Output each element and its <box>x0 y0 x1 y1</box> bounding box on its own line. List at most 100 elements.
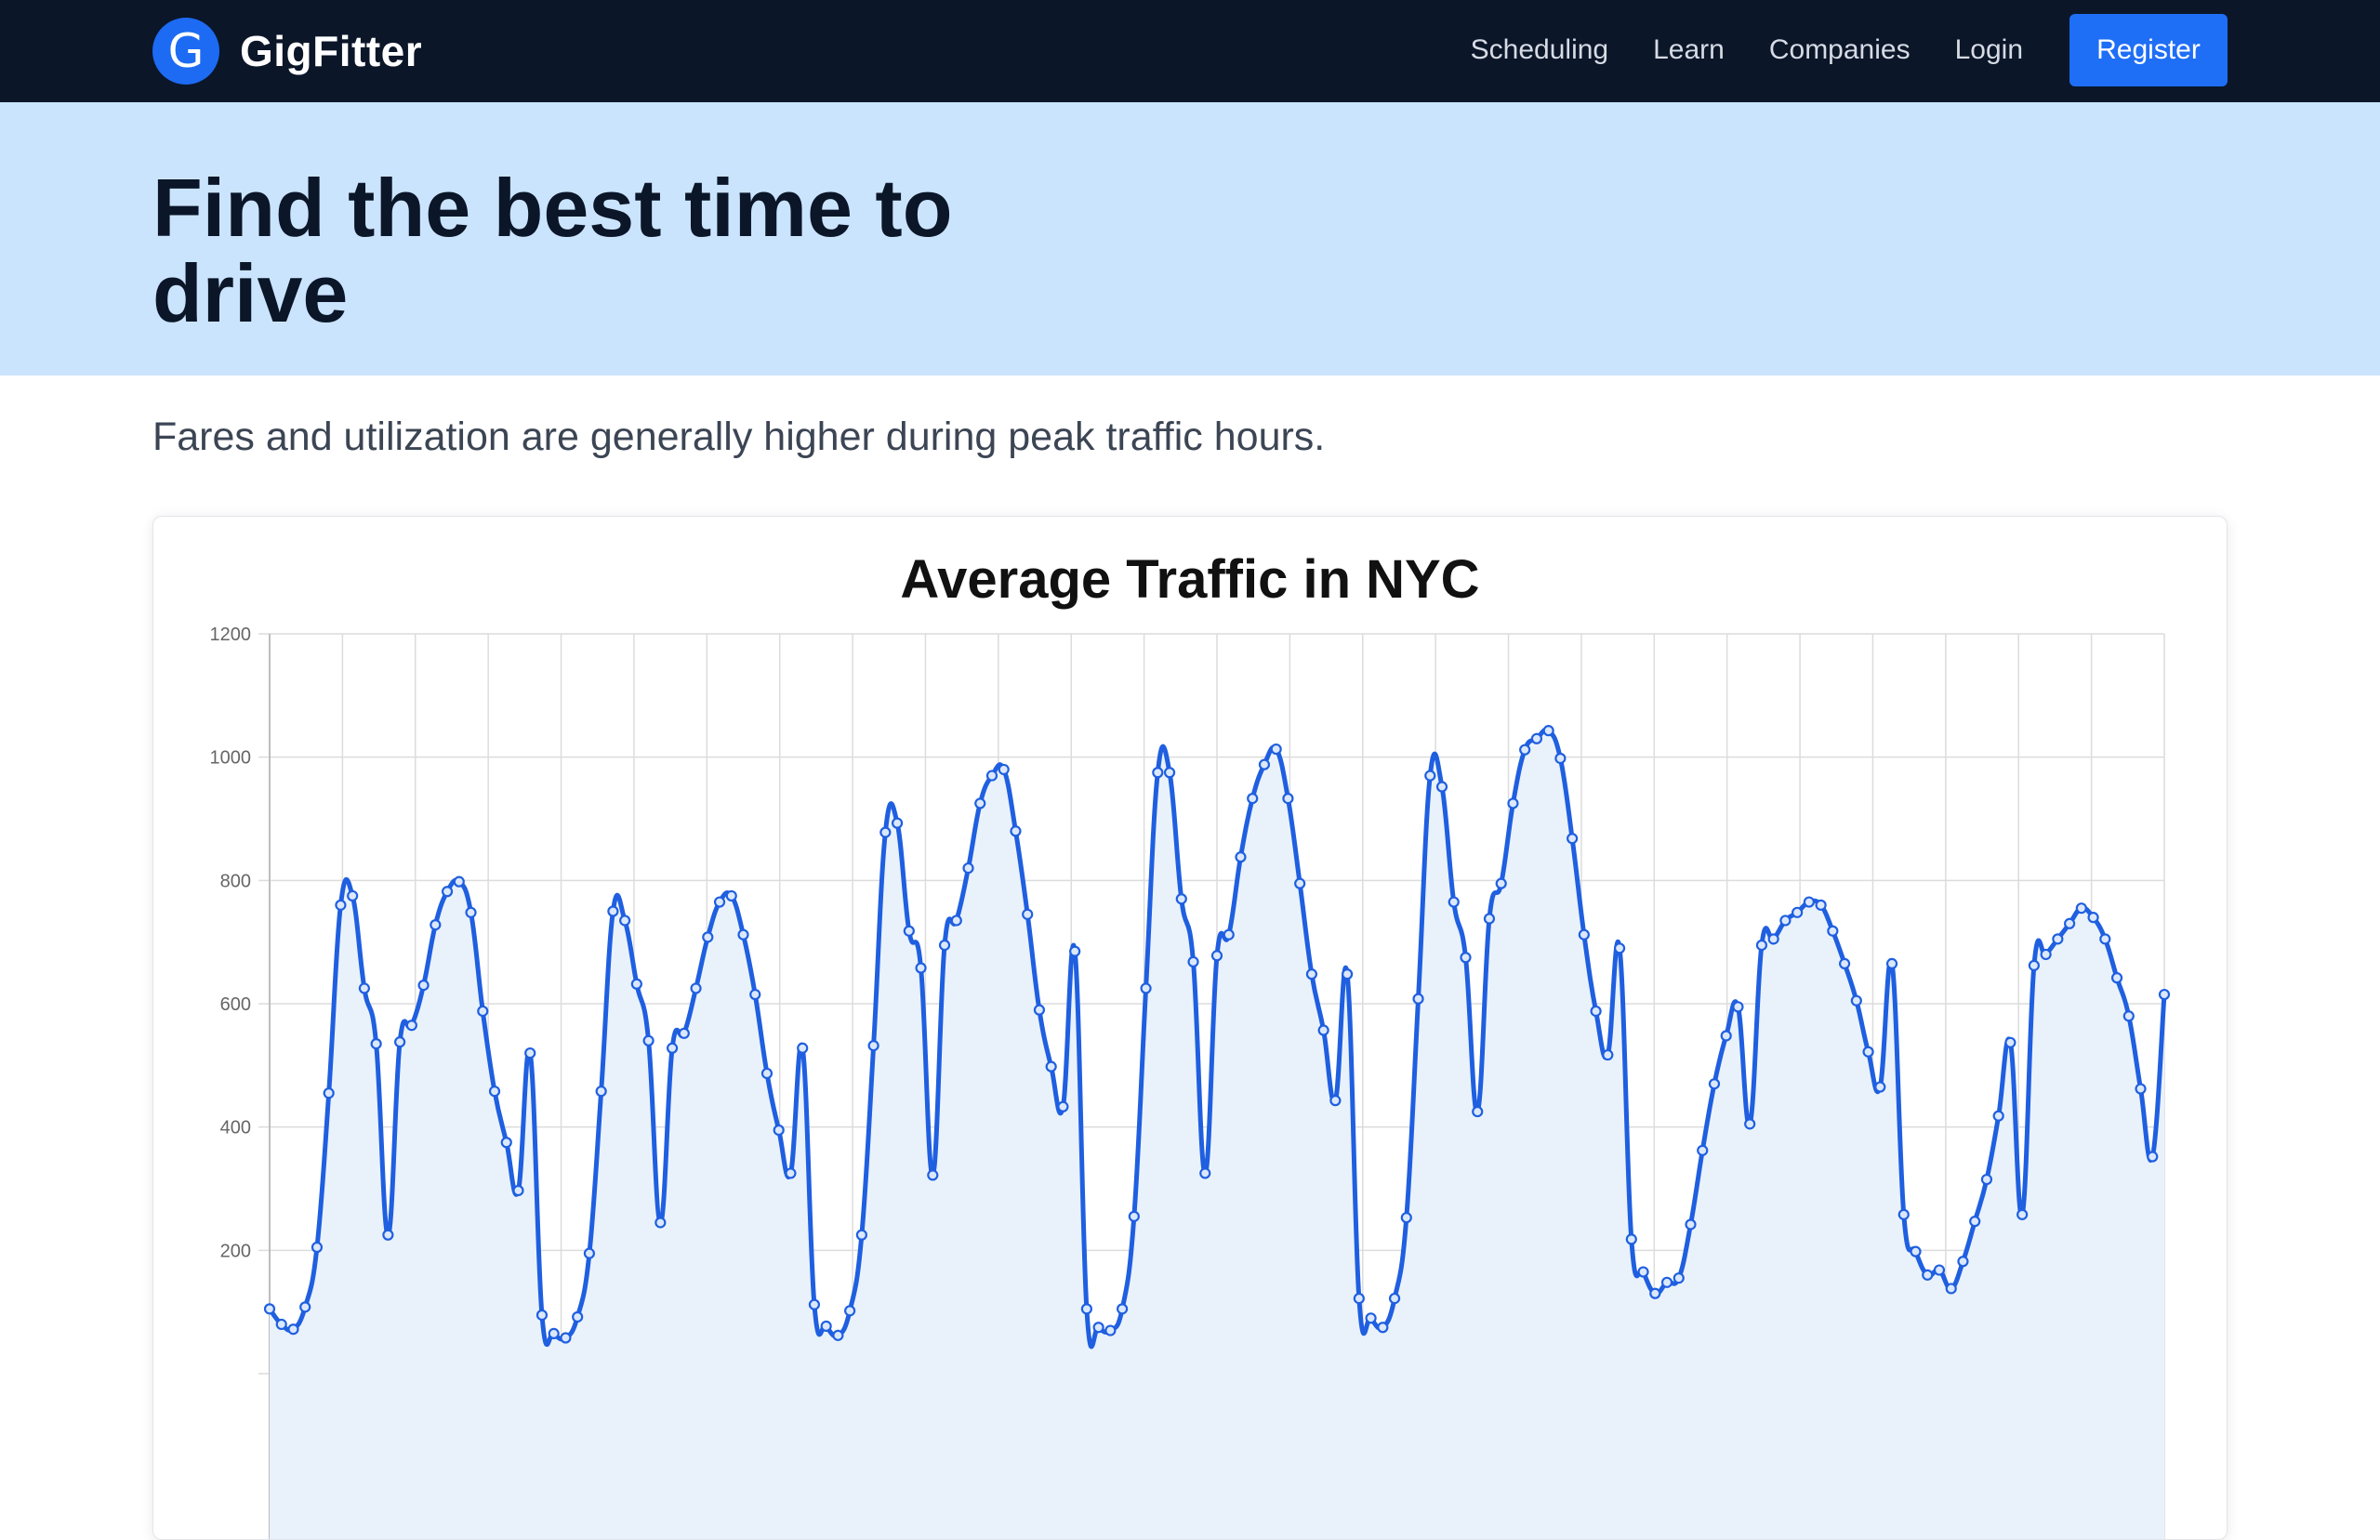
data-point <box>2135 1083 2147 1095</box>
data-point <box>2087 912 2099 924</box>
data-point <box>500 1137 512 1149</box>
nav-link-companies[interactable]: Companies <box>1769 34 1911 66</box>
data-point <box>690 982 702 994</box>
data-point <box>1838 957 1851 969</box>
y-axis-labels: 200 400 600 800 1000 1200 <box>210 625 252 1261</box>
data-point <box>1128 1210 1140 1222</box>
data-point <box>2040 948 2052 961</box>
data-point <box>1235 851 1247 863</box>
data-point <box>536 1309 549 1322</box>
nav-link-learn[interactable]: Learn <box>1653 34 1725 66</box>
data-point <box>785 1167 797 1179</box>
data-point <box>1862 1046 1874 1058</box>
data-point <box>1282 793 1294 805</box>
data-point <box>962 862 974 875</box>
y-tick-label: 1000 <box>210 748 252 769</box>
data-point <box>1625 1233 1637 1245</box>
data-point <box>820 1320 832 1333</box>
data-point <box>1483 913 1496 925</box>
data-point <box>323 1087 335 1099</box>
data-point <box>1294 877 1306 889</box>
data-point <box>1412 993 1424 1005</box>
data-point <box>927 1169 939 1181</box>
data-point <box>1080 1303 1092 1315</box>
data-point <box>382 1229 394 1241</box>
data-point <box>1779 915 1792 927</box>
data-point <box>1933 1264 1946 1276</box>
data-point <box>808 1298 821 1310</box>
data-point <box>548 1327 560 1339</box>
data-point <box>1270 743 1282 756</box>
data-point <box>572 1310 584 1323</box>
data-point <box>1057 1100 1069 1112</box>
y-tick-label: 1200 <box>210 625 252 645</box>
data-point <box>2122 1010 2135 1022</box>
brand-logo-icon: G <box>152 18 219 85</box>
data-point <box>760 1067 774 1080</box>
data-point <box>335 899 347 911</box>
data-point <box>773 1124 785 1137</box>
data-point <box>2004 1036 2016 1048</box>
data-point <box>1435 781 1448 793</box>
data-point <box>1767 933 1779 945</box>
data-point <box>524 1046 536 1060</box>
data-point <box>1922 1269 1934 1281</box>
nav-link-login[interactable]: Login <box>1955 34 2023 66</box>
data-point <box>619 915 631 927</box>
data-point <box>1673 1272 1685 1284</box>
data-point <box>1567 833 1579 845</box>
data-point <box>453 875 465 888</box>
data-point <box>1590 1005 1602 1018</box>
data-point <box>950 915 962 927</box>
data-point <box>1210 950 1223 962</box>
data-point <box>263 1303 276 1315</box>
data-point <box>2147 1151 2159 1163</box>
data-point <box>1697 1144 1709 1156</box>
data-point <box>1388 1292 1401 1305</box>
data-point <box>1495 877 1507 889</box>
data-point <box>879 826 892 838</box>
data-point <box>1400 1212 1412 1224</box>
data-point <box>2110 972 2123 984</box>
data-point <box>749 988 761 1001</box>
top-navbar: G GigFitter Scheduling Learn Companies L… <box>0 0 2380 102</box>
data-point <box>1092 1322 1104 1334</box>
data-point <box>2064 917 2076 929</box>
register-button[interactable]: Register <box>2069 14 2228 86</box>
data-point <box>666 1042 679 1054</box>
data-point <box>1104 1324 1117 1336</box>
nav-link-scheduling[interactable]: Scheduling <box>1471 34 1608 66</box>
y-tick-label: 200 <box>220 1241 251 1261</box>
data-point <box>915 962 927 974</box>
data-point <box>607 905 619 917</box>
data-point <box>1424 770 1436 782</box>
data-point <box>430 918 442 931</box>
data-point <box>1992 1110 2004 1122</box>
data-point <box>867 1040 879 1052</box>
data-point <box>737 928 749 941</box>
data-point <box>394 1036 406 1048</box>
brand[interactable]: G GigFitter <box>152 17 422 86</box>
y-tick-label: 800 <box>220 871 251 891</box>
data-point <box>465 906 477 918</box>
data-point <box>1685 1218 1697 1231</box>
data-point <box>1885 957 1898 969</box>
data-point <box>1152 767 1164 779</box>
data-point <box>1792 906 1804 918</box>
data-point <box>1022 908 1034 920</box>
data-point <box>1554 752 1567 765</box>
data-point <box>370 1038 382 1050</box>
data-point <box>832 1329 844 1341</box>
data-point <box>1377 1322 1389 1334</box>
chart-card: Average Traffic in NYC 200 400 600 800 1000 1… <box>152 516 2228 1540</box>
data-point <box>1329 1095 1342 1107</box>
data-point <box>1258 758 1271 770</box>
data-point <box>1045 1060 1057 1073</box>
brand-name: GigFitter <box>240 27 423 75</box>
data-point <box>512 1184 524 1197</box>
data-point <box>1305 968 1318 981</box>
data-point <box>1342 968 1354 981</box>
data-point <box>441 886 454 898</box>
data-point <box>595 1086 607 1098</box>
data-point <box>1649 1287 1661 1299</box>
